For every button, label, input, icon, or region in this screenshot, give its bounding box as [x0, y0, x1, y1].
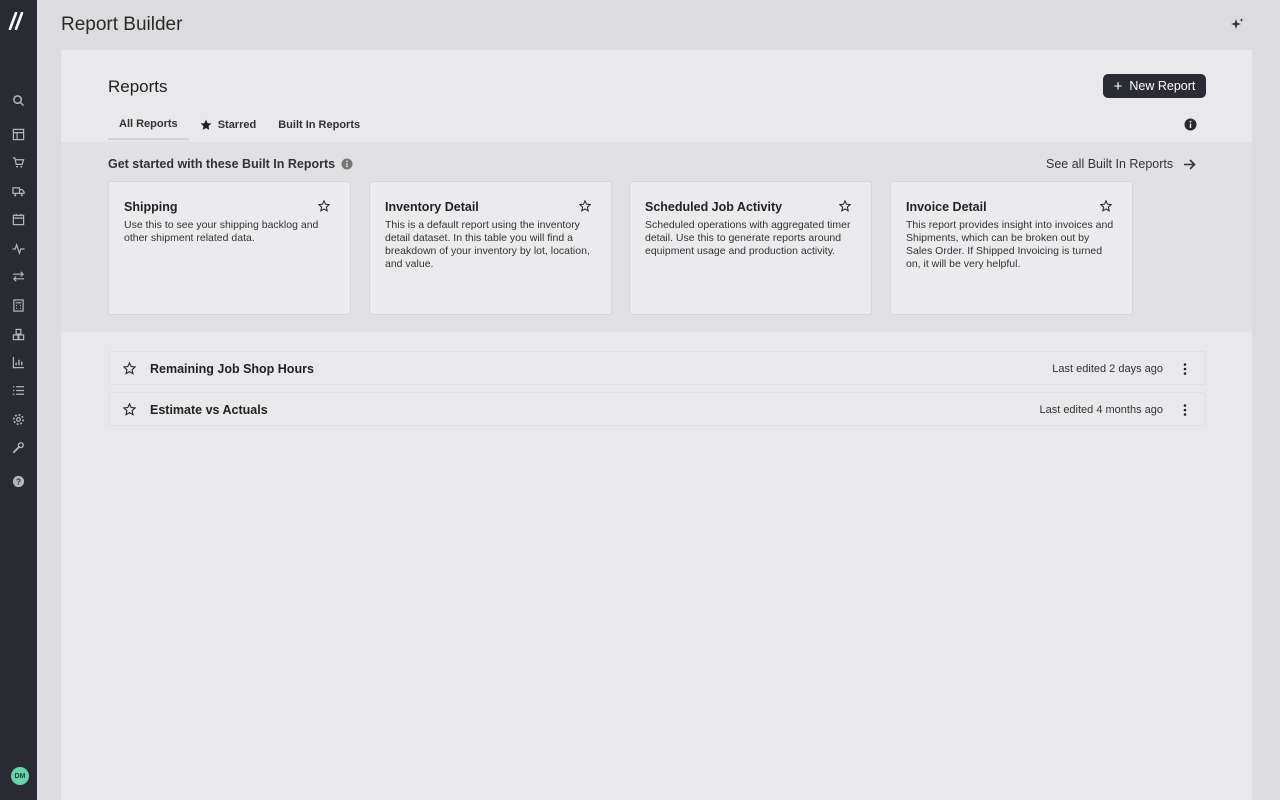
sidebar-item-dashboard[interactable]: [9, 125, 27, 143]
last-edited: Last edited 4 months ago: [1039, 404, 1163, 416]
cart-icon: [12, 156, 24, 168]
report-tabs: All Reports Starred Built In Reports: [108, 110, 371, 140]
dashboard-icon: [12, 128, 24, 140]
card-description: Scheduled operations with aggregated tim…: [645, 219, 851, 257]
sidebar-item-shipping[interactable]: [9, 182, 27, 200]
tab-label: Starred: [217, 119, 257, 131]
page-header: Report Builder: [37, 0, 1280, 50]
new-report-label: New Report: [1129, 79, 1196, 93]
built-in-card-shipping[interactable]: Shipping Use this to see your shipping b…: [108, 181, 351, 315]
built-in-heading-text: Get started with these Built In Reports: [108, 157, 336, 171]
tab-label: Built In Reports: [278, 119, 361, 131]
report-title: Estimate vs Actuals: [150, 403, 268, 417]
sparkle-icon[interactable]: [1230, 17, 1244, 31]
page-title: Report Builder: [61, 14, 183, 35]
wrench-icon: [12, 441, 24, 453]
new-report-button[interactable]: + New Report: [1103, 74, 1206, 98]
sidebar-item-accounting[interactable]: [9, 296, 27, 314]
reports-title: Reports: [108, 77, 168, 96]
more-vertical-icon[interactable]: [1181, 361, 1189, 377]
app-logo-icon[interactable]: [8, 12, 28, 30]
sidebar-item-help[interactable]: ?: [9, 472, 27, 490]
card-title: Shipping: [124, 200, 178, 214]
built-in-card-invoice-detail[interactable]: Invoice Detail This report provides insi…: [890, 181, 1133, 315]
sidebar-item-search[interactable]: [9, 91, 27, 109]
built-in-card-scheduled-job-activity[interactable]: Scheduled Job Activity Scheduled operati…: [629, 181, 872, 315]
star-outline-icon[interactable]: [1100, 200, 1112, 212]
calendar-icon: [12, 213, 24, 225]
star-outline-icon[interactable]: [123, 362, 136, 375]
info-icon[interactable]: [341, 158, 353, 170]
sidebar-item-activity[interactable]: [9, 239, 27, 257]
star-outline-icon[interactable]: [839, 200, 851, 212]
calculator-icon: [12, 298, 24, 312]
tab-starred[interactable]: Starred: [189, 110, 268, 140]
help-icon: ?: [12, 475, 24, 487]
arrow-right-icon: [1184, 158, 1196, 170]
truck-icon: [11, 186, 25, 196]
report-row[interactable]: Estimate vs Actuals Last edited 4 months…: [108, 392, 1206, 426]
sidebar-item-calendar[interactable]: [9, 210, 27, 228]
gear-icon: [12, 413, 24, 425]
list-icon: [12, 385, 24, 395]
see-all-label: See all Built In Reports: [1046, 157, 1174, 171]
card-description: Use this to see your shipping backlog an…: [124, 219, 319, 244]
tab-label: All Reports: [119, 118, 178, 130]
star-outline-icon[interactable]: [579, 200, 591, 212]
card-description: This report provides insight into invoic…: [906, 219, 1114, 270]
more-vertical-icon[interactable]: [1181, 402, 1189, 418]
sidebar: ? DM: [0, 0, 37, 800]
sidebar-item-inventory[interactable]: [9, 325, 27, 343]
built-in-card-inventory-detail[interactable]: Inventory Detail This is a default repor…: [369, 181, 612, 315]
card-title: Inventory Detail: [385, 200, 479, 214]
built-in-heading: Get started with these Built In Reports: [108, 157, 353, 171]
sidebar-item-settings[interactable]: [9, 410, 27, 428]
user-avatar[interactable]: DM: [11, 767, 29, 785]
report-title: Remaining Job Shop Hours: [150, 362, 314, 376]
tab-all-reports[interactable]: All Reports: [108, 110, 189, 140]
transfer-icon: [12, 270, 24, 282]
boxes-icon: [12, 328, 24, 340]
sidebar-item-sales[interactable]: [9, 153, 27, 171]
star-filled-icon: [200, 119, 212, 130]
star-outline-icon[interactable]: [318, 200, 330, 212]
search-icon: [12, 94, 24, 106]
star-outline-icon[interactable]: [123, 403, 136, 416]
card-description: This is a default report using the inven…: [385, 219, 590, 270]
card-title: Invoice Detail: [906, 200, 987, 214]
built-in-reports-section: Get started with these Built In Reports …: [61, 142, 1252, 332]
info-icon[interactable]: [1184, 118, 1197, 131]
sidebar-item-transfers[interactable]: [9, 267, 27, 285]
bar-chart-icon: [12, 356, 24, 368]
plus-icon: +: [1113, 77, 1123, 95]
sidebar-item-reports[interactable]: [9, 353, 27, 371]
reports-panel: Reports + New Report All Reports Starred…: [61, 50, 1252, 800]
svg-text:?: ?: [15, 476, 20, 486]
tab-built-in-reports[interactable]: Built In Reports: [267, 110, 371, 140]
see-all-built-in-link[interactable]: See all Built In Reports: [1046, 157, 1196, 171]
sidebar-item-lists[interactable]: [9, 381, 27, 399]
last-edited: Last edited 2 days ago: [1052, 363, 1163, 375]
card-title: Scheduled Job Activity: [645, 200, 783, 214]
activity-icon: [11, 242, 25, 255]
sidebar-item-tools[interactable]: [9, 438, 27, 456]
report-row[interactable]: Remaining Job Shop Hours Last edited 2 d…: [108, 351, 1206, 385]
